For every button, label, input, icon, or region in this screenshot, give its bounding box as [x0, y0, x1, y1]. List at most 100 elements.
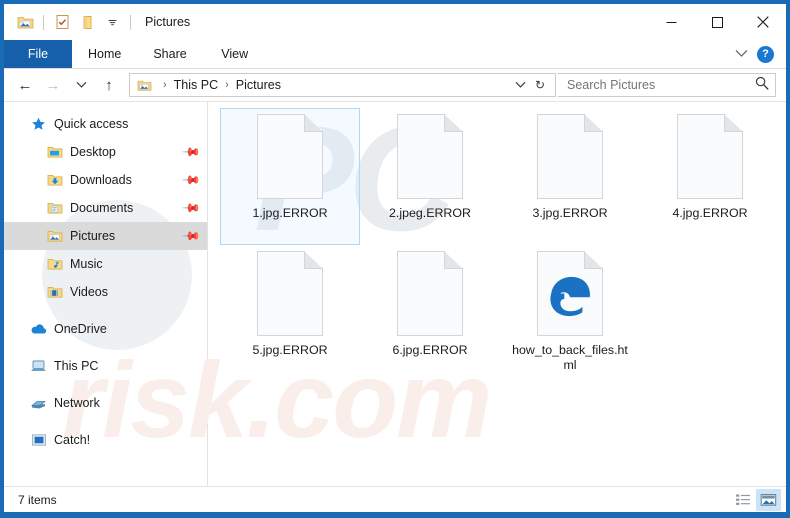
details-view-button[interactable]	[730, 489, 755, 511]
chevron-down-icon[interactable]	[101, 11, 123, 33]
pin-icon[interactable]: 📌	[181, 142, 201, 162]
large-icons-view-button[interactable]	[756, 488, 781, 511]
file-list-pane[interactable]: 1.jpg.ERROR 2.jpeg.ERROR 3.jpg.ERROR 4.j…	[208, 102, 786, 486]
sidebar-item-label: Network	[54, 396, 100, 410]
tab-share[interactable]: Share	[137, 40, 202, 68]
cloud-icon	[30, 321, 47, 338]
minimize-button[interactable]	[648, 4, 694, 40]
view-toggle-group	[730, 488, 781, 511]
explorer-icon[interactable]	[14, 11, 36, 33]
sidebar-item-label: Music	[70, 257, 103, 271]
sidebar-item-label: This PC	[54, 359, 99, 373]
file-name-label: 5.jpg.ERROR	[252, 343, 328, 357]
sidebar-item-music[interactable]: Music	[4, 250, 207, 278]
sidebar-item-label: Desktop	[70, 145, 116, 159]
star-icon	[30, 116, 47, 133]
sidebar-item-onedrive[interactable]: OneDrive	[4, 315, 207, 343]
file-item[interactable]: 5.jpg.ERROR	[220, 245, 360, 382]
explorer-window: Pictures File Home Share View ? ← → ↑ › …	[0, 0, 790, 518]
breadcrumb-right-controls: ↻	[511, 75, 549, 95]
title-bar: Pictures	[4, 4, 786, 40]
breadcrumb-item-pictures[interactable]: Pictures	[232, 77, 285, 93]
new-folder-icon[interactable]	[76, 11, 98, 33]
sidebar-item-this-pc[interactable]: This PC	[4, 352, 207, 380]
sidebar-item-pictures[interactable]: Pictures 📌	[4, 222, 207, 250]
back-button[interactable]: ←	[12, 72, 38, 98]
sidebar-item-network[interactable]: Network	[4, 389, 207, 417]
breadcrumb-item-this-pc[interactable]: This PC	[170, 77, 222, 93]
file-item[interactable]: 4.jpg.ERROR	[640, 108, 780, 245]
sidebar-item-label: Catch!	[54, 433, 91, 447]
file-grid: 1.jpg.ERROR 2.jpeg.ERROR 3.jpg.ERROR 4.j…	[220, 108, 786, 382]
computer-icon	[30, 358, 47, 375]
properties-icon[interactable]	[51, 11, 73, 33]
breadcrumb[interactable]: › This PC › Pictures ↻	[129, 73, 556, 97]
file-item[interactable]: 3.jpg.ERROR	[500, 108, 640, 245]
file-name-label: 2.jpeg.ERROR	[389, 206, 471, 220]
maximize-button[interactable]	[694, 4, 740, 40]
edge-logo-icon	[550, 276, 590, 317]
close-button[interactable]	[740, 4, 786, 40]
window-controls	[648, 4, 786, 40]
chevron-down-icon[interactable]	[511, 75, 529, 95]
file-name-label: how_to_back_files.html	[512, 343, 628, 372]
file-item[interactable]: 2.jpeg.ERROR	[360, 108, 500, 245]
sidebar-item-quick-access[interactable]: Quick access	[4, 110, 207, 138]
sidebar-item-documents[interactable]: Documents 📌	[4, 194, 207, 222]
pin-icon[interactable]: 📌	[181, 198, 201, 218]
file-name-label: 1.jpg.ERROR	[252, 206, 328, 220]
tab-view[interactable]: View	[203, 40, 267, 68]
network-icon	[30, 395, 47, 412]
blank-page-icon	[257, 114, 323, 199]
search-icon[interactable]	[755, 76, 769, 95]
sidebar-item-label: Quick access	[54, 117, 129, 131]
blank-page-icon	[397, 114, 463, 199]
sidebar-item-label: Documents	[70, 201, 134, 215]
blank-page-icon	[537, 114, 603, 199]
edge-html-icon	[537, 251, 603, 336]
breadcrumb-separator-1: ›	[225, 79, 229, 91]
explorer-body: PC risk.com Quick access Desktop 📌 Downl…	[4, 94, 786, 486]
navigation-pane[interactable]: Quick access Desktop 📌 Downloads 📌 Docum…	[4, 102, 207, 486]
forward-button[interactable]: →	[40, 72, 66, 98]
folder-music-icon	[46, 256, 63, 273]
quick-access-toolbar: Pictures	[4, 11, 190, 33]
sidebar-item-label: Pictures	[70, 229, 116, 243]
recent-locations-button[interactable]	[68, 72, 94, 98]
search-input[interactable]	[567, 78, 755, 92]
search-box[interactable]	[558, 73, 776, 97]
tab-home[interactable]: Home	[72, 40, 137, 68]
address-bar: ← → ↑ › This PC › Pictures ↻ Search Pict…	[4, 69, 786, 101]
tab-file[interactable]: File	[4, 40, 72, 68]
pin-icon[interactable]: 📌	[181, 226, 201, 246]
file-name-label: 3.jpg.ERROR	[532, 206, 608, 220]
file-item[interactable]: 6.jpg.ERROR	[360, 245, 500, 382]
folder-videos-icon	[46, 284, 63, 301]
window-title: Pictures	[145, 15, 191, 29]
sidebar-item-downloads[interactable]: Downloads 📌	[4, 166, 207, 194]
file-item[interactable]: how_to_back_files.html	[500, 245, 640, 382]
window-inner: Pictures File Home Share View ? ← → ↑ › …	[4, 4, 786, 512]
blank-page-icon	[257, 251, 323, 336]
breadcrumb-separator-0: ›	[163, 79, 167, 91]
blank-page-icon	[397, 251, 463, 336]
ribbon-right-controls: ?	[735, 40, 786, 68]
folder-pictures-icon	[136, 77, 153, 94]
expand-ribbon-button[interactable]	[735, 45, 748, 63]
file-item[interactable]: 1.jpg.ERROR	[220, 108, 360, 245]
help-button[interactable]: ?	[757, 45, 774, 63]
pin-icon[interactable]: 📌	[181, 170, 201, 190]
blank-page-icon	[677, 114, 743, 199]
sidebar-item-catch[interactable]: Catch!	[4, 426, 207, 454]
sidebar-item-desktop[interactable]: Desktop 📌	[4, 138, 207, 166]
up-button[interactable]: ↑	[96, 72, 122, 98]
file-name-label: 6.jpg.ERROR	[392, 343, 468, 357]
folder-desktop-icon	[46, 144, 63, 161]
refresh-icon[interactable]: ↻	[531, 75, 549, 95]
sidebar-item-videos[interactable]: Videos	[4, 278, 207, 306]
item-count-label: 7 items	[18, 492, 57, 507]
